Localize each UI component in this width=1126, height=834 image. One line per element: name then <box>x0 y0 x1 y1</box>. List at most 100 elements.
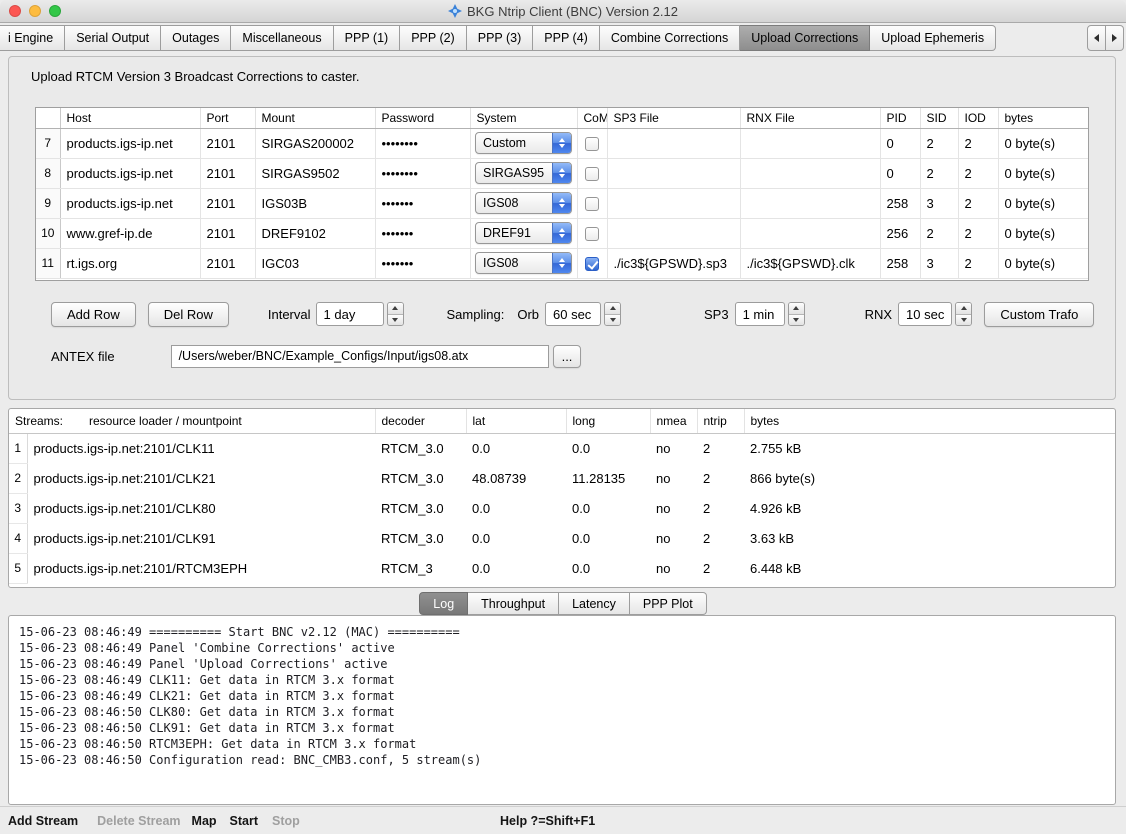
pid-cell[interactable]: 256 <box>880 218 920 248</box>
tab-log[interactable]: Log <box>419 592 468 615</box>
stepper-arrows-icon[interactable] <box>955 302 972 326</box>
mount-cell[interactable]: IGC03 <box>255 248 375 278</box>
pid-cell[interactable]: 258 <box>880 188 920 218</box>
system-select[interactable]: IGS08 <box>475 192 572 214</box>
minimize-window-button[interactable] <box>29 5 41 17</box>
iod-cell[interactable]: 2 <box>958 248 998 278</box>
port-cell[interactable]: 2101 <box>200 128 255 158</box>
com-checkbox[interactable] <box>585 197 599 211</box>
help-button[interactable]: Help ?=Shift+F1 <box>500 814 595 828</box>
tab-upload-ephemeris[interactable]: Upload Ephemeris <box>870 25 996 51</box>
password-cell[interactable]: •••••••• <box>375 128 470 158</box>
tab-ppp-3[interactable]: PPP (3) <box>467 25 534 51</box>
sid-cell[interactable]: 2 <box>920 128 958 158</box>
iod-cell[interactable]: 2 <box>958 218 998 248</box>
host-cell[interactable]: products.igs-ip.net <box>60 188 200 218</box>
system-select[interactable]: Custom <box>475 132 572 154</box>
host-cell[interactable]: products.igs-ip.net <box>60 128 200 158</box>
tab-scroll-right-button[interactable] <box>1106 25 1124 51</box>
rnx-file-cell[interactable] <box>740 158 880 188</box>
port-cell[interactable]: 2101 <box>200 158 255 188</box>
password-cell[interactable]: ••••••• <box>375 188 470 218</box>
password-cell[interactable]: •••••••• <box>375 158 470 188</box>
iod-cell[interactable]: 2 <box>958 188 998 218</box>
add-row-button[interactable]: Add Row <box>51 302 136 327</box>
antex-file-input[interactable]: /Users/weber/BNC/Example_Configs/Input/i… <box>171 345 549 368</box>
com-checkbox[interactable] <box>585 167 599 181</box>
stream-row[interactable]: 4 products.igs-ip.net:2101/CLK91 RTCM_3.… <box>9 523 1115 553</box>
tab-miscellaneous[interactable]: Miscellaneous <box>231 25 333 51</box>
sp3-file-cell[interactable] <box>607 218 740 248</box>
tab-ppp-4[interactable]: PPP (4) <box>533 25 600 51</box>
close-window-button[interactable] <box>9 5 21 17</box>
stepper-arrows-icon[interactable] <box>788 302 805 326</box>
system-select[interactable]: IGS08 <box>475 252 572 274</box>
stream-row[interactable]: 1 products.igs-ip.net:2101/CLK11 RTCM_3.… <box>9 433 1115 463</box>
system-select[interactable]: DREF91 <box>475 222 572 244</box>
tab-combine-corrections[interactable]: Combine Corrections <box>600 25 740 51</box>
pid-cell[interactable]: 258 <box>880 248 920 278</box>
stepper-arrows-icon[interactable] <box>387 302 404 326</box>
sp3-file-cell[interactable]: ./ic3${GPSWD}.sp3 <box>607 248 740 278</box>
sid-cell[interactable]: 3 <box>920 248 958 278</box>
sid-cell[interactable]: 2 <box>920 158 958 188</box>
map-button[interactable]: Map <box>192 814 217 828</box>
sp3-file-cell[interactable] <box>607 158 740 188</box>
sp3-file-cell[interactable] <box>607 128 740 158</box>
host-cell[interactable]: www.gref-ip.de <box>60 218 200 248</box>
port-cell[interactable]: 2101 <box>200 188 255 218</box>
tab-feed-engine[interactable]: i Engine <box>0 25 65 51</box>
rnx-file-cell[interactable] <box>740 218 880 248</box>
host-cell[interactable]: rt.igs.org <box>60 248 200 278</box>
sp3-file-cell[interactable] <box>607 188 740 218</box>
rnx-file-cell[interactable]: ./ic3${GPSWD}.clk <box>740 248 880 278</box>
antex-browse-button[interactable]: ... <box>553 345 582 368</box>
com-checkbox[interactable] <box>585 257 599 271</box>
tab-outages[interactable]: Outages <box>161 25 231 51</box>
tab-ppp-plot[interactable]: PPP Plot <box>630 592 707 615</box>
long-cell: 0.0 <box>566 523 650 553</box>
tab-ppp-1[interactable]: PPP (1) <box>334 25 401 51</box>
iod-cell[interactable]: 2 <box>958 158 998 188</box>
stream-row[interactable]: 3 products.igs-ip.net:2101/CLK80 RTCM_3.… <box>9 493 1115 523</box>
pid-cell[interactable]: 0 <box>880 158 920 188</box>
start-button[interactable]: Start <box>230 814 258 828</box>
rnx-sampling-stepper[interactable]: 10 sec <box>898 302 972 326</box>
mount-cell[interactable]: SIRGAS200002 <box>255 128 375 158</box>
tab-upload-corrections[interactable]: Upload Corrections <box>740 25 870 51</box>
tab-throughput[interactable]: Throughput <box>468 592 559 615</box>
mount-cell[interactable]: SIRGAS9502 <box>255 158 375 188</box>
tab-latency[interactable]: Latency <box>559 592 630 615</box>
stop-button[interactable]: Stop <box>272 814 300 828</box>
tab-scroll-left-button[interactable] <box>1087 25 1106 51</box>
del-row-button[interactable]: Del Row <box>148 302 229 327</box>
rnx-file-cell[interactable] <box>740 128 880 158</box>
mount-cell[interactable]: IGS03B <box>255 188 375 218</box>
mount-cell[interactable]: DREF9102 <box>255 218 375 248</box>
delete-stream-button[interactable]: Delete Stream <box>97 814 180 828</box>
custom-trafo-button[interactable]: Custom Trafo <box>984 302 1094 327</box>
system-select[interactable]: SIRGAS95 <box>475 162 572 184</box>
tab-ppp-2[interactable]: PPP (2) <box>400 25 467 51</box>
stream-row[interactable]: 2 products.igs-ip.net:2101/CLK21 RTCM_3.… <box>9 463 1115 493</box>
stream-row[interactable]: 5 products.igs-ip.net:2101/RTCM3EPH RTCM… <box>9 553 1115 583</box>
port-cell[interactable]: 2101 <box>200 248 255 278</box>
sid-cell[interactable]: 2 <box>920 218 958 248</box>
zoom-window-button[interactable] <box>49 5 61 17</box>
password-cell[interactable]: ••••••• <box>375 218 470 248</box>
interval-select[interactable]: 1 day <box>316 302 404 326</box>
pid-cell[interactable]: 0 <box>880 128 920 158</box>
host-cell[interactable]: products.igs-ip.net <box>60 158 200 188</box>
rnx-file-cell[interactable] <box>740 188 880 218</box>
sid-cell[interactable]: 3 <box>920 188 958 218</box>
port-cell[interactable]: 2101 <box>200 218 255 248</box>
com-checkbox[interactable] <box>585 137 599 151</box>
tab-serial-output[interactable]: Serial Output <box>65 25 161 51</box>
iod-cell[interactable]: 2 <box>958 128 998 158</box>
orb-sampling-stepper[interactable]: 60 sec <box>545 302 621 326</box>
add-stream-button[interactable]: Add Stream <box>8 814 78 828</box>
sp3-sampling-stepper[interactable]: 1 min <box>735 302 805 326</box>
password-cell[interactable]: ••••••• <box>375 248 470 278</box>
stepper-arrows-icon[interactable] <box>604 302 621 326</box>
com-checkbox[interactable] <box>585 227 599 241</box>
